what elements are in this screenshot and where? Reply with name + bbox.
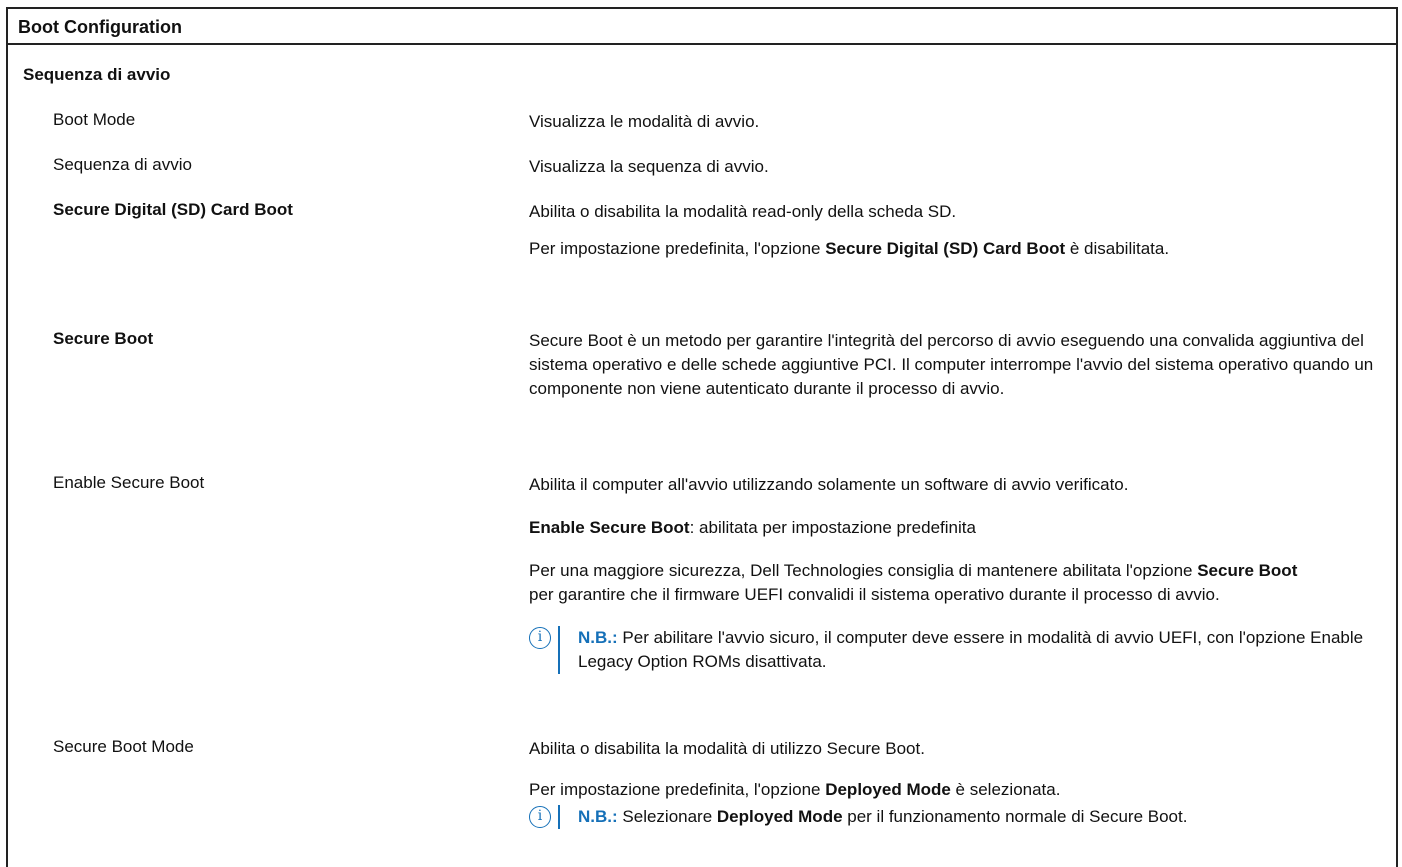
note-bar [558, 626, 560, 674]
setting-recommendation: Per una maggiore sicurezza, Dell Technol… [529, 561, 1298, 604]
note-text: N.B.: Per abilitare l'avvio sicuro, il c… [578, 628, 1364, 671]
setting-default: Enable Secure Boot: abilitata per impost… [529, 518, 976, 537]
note-bar [558, 805, 560, 829]
note-callout: i N.B.: Per abilitare l'avvio sicuro, il… [529, 626, 1393, 674]
setting-default: Per impostazione predefinita, l'opzione … [529, 239, 1170, 258]
setting-description: Abilita o disabilita la modalità di util… [529, 739, 925, 758]
note-text: N.B.: Selezionare Deployed Mode per il f… [578, 807, 1188, 826]
table-header: Boot Configuration [8, 9, 1396, 45]
section-title: Sequenza di avvio [23, 65, 171, 84]
setting-label: Secure Boot [53, 329, 154, 348]
table-title: Boot Configuration [18, 17, 182, 37]
setting-default: Per impostazione predefinita, l'opzione … [529, 780, 1061, 799]
setting-label: Secure Boot Mode [53, 737, 194, 756]
setting-label: Enable Secure Boot [53, 473, 205, 492]
setting-label: Secure Digital (SD) Card Boot [53, 200, 293, 219]
setting-description: Secure Boot è un metodo per garantire l'… [529, 331, 1374, 398]
setting-label: Sequenza di avvio [53, 155, 192, 174]
note-callout: i N.B.: Selezionare Deployed Mode per il… [529, 805, 1402, 829]
info-icon: i [529, 806, 551, 828]
setting-description: Visualizza le modalità di avvio. [529, 112, 760, 131]
setting-description: Visualizza la sequenza di avvio. [529, 157, 769, 176]
boot-configuration-table: Boot Configuration Sequenza di avvio Boo… [6, 7, 1398, 867]
setting-description: Abilita il computer all'avvio utilizzand… [529, 475, 1129, 494]
setting-label: Boot Mode [53, 110, 136, 129]
setting-description: Abilita o disabilita la modalità read-on… [529, 202, 957, 221]
info-icon: i [529, 627, 551, 649]
